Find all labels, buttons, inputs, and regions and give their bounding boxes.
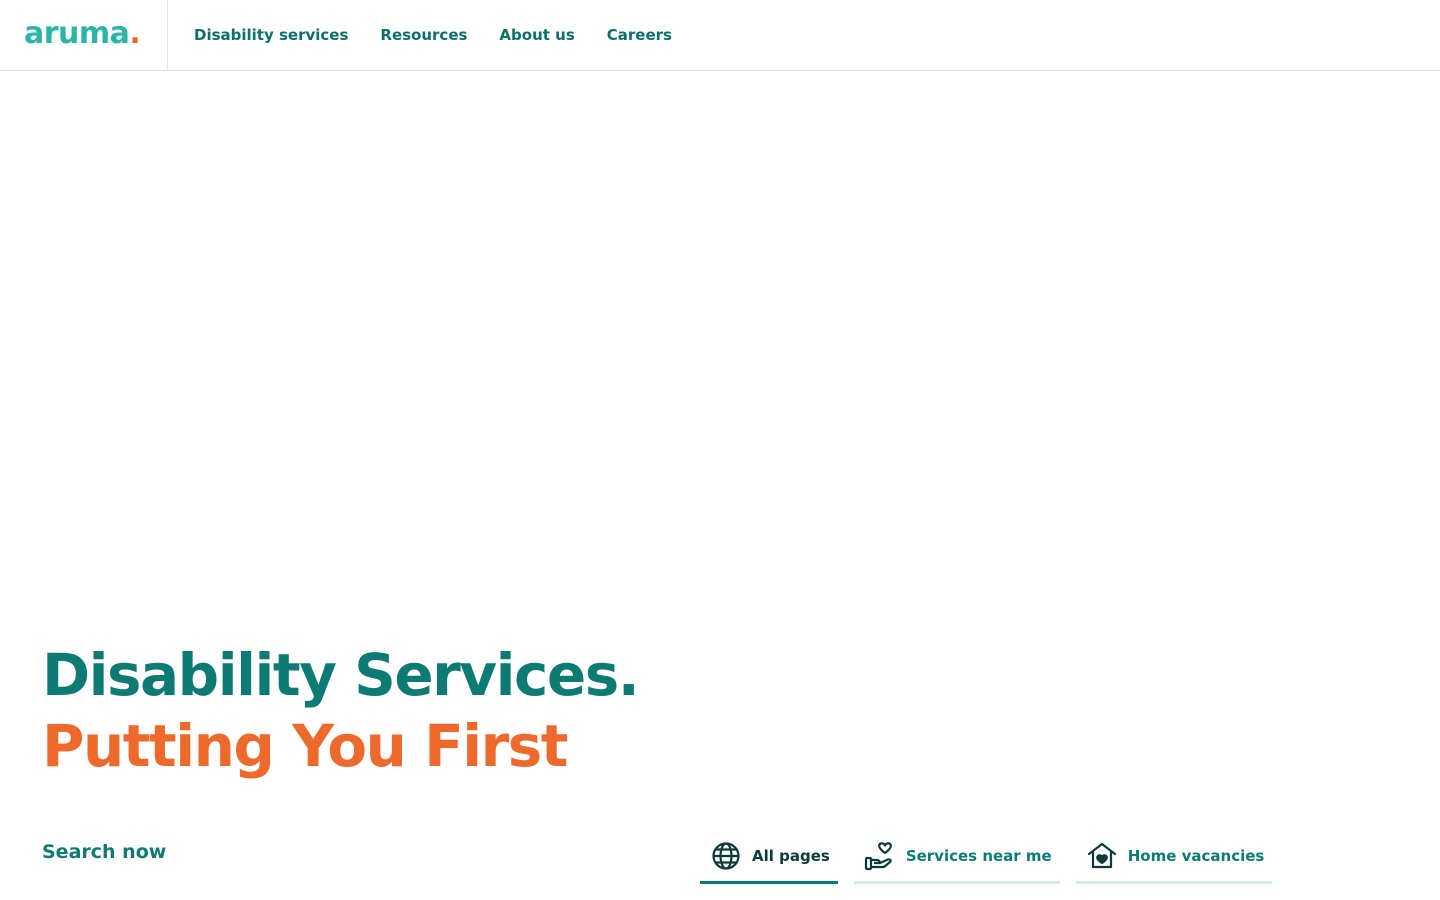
logo-wordmark: aruma — [24, 16, 130, 51]
hero-title: Disability Services. Putting You First — [42, 640, 640, 782]
hero-title-line2: Putting You First — [42, 712, 569, 780]
tab-home-vacancies-label: Home vacancies — [1127, 846, 1265, 865]
hero-title-line1: Disability Services. — [42, 641, 640, 709]
house-heart-icon — [1086, 840, 1118, 872]
main-nav: Disability services Resources About us C… — [194, 0, 672, 70]
nav-item-about-us[interactable]: About us — [499, 26, 574, 44]
globe-icon — [710, 840, 742, 872]
tab-all-pages[interactable]: All pages — [700, 830, 838, 884]
tab-home-vacancies[interactable]: Home vacancies — [1075, 830, 1273, 884]
search-tabs: All pages Services near me Home vacancie… — [700, 830, 1273, 884]
hand-heart-icon — [864, 840, 896, 872]
nav-item-resources[interactable]: Resources — [380, 26, 467, 44]
tab-services-near-me[interactable]: Services near me — [853, 830, 1060, 884]
logo-container: aruma. — [0, 0, 168, 70]
search-now-label: Search now — [42, 841, 167, 863]
tab-all-pages-label: All pages — [752, 846, 830, 865]
logo-dot: . — [129, 16, 141, 51]
nav-item-careers[interactable]: Careers — [607, 26, 672, 44]
nav-item-disability-services[interactable]: Disability services — [194, 26, 348, 44]
site-header: aruma. Disability services Resources Abo… — [0, 0, 1440, 71]
aruma-logo[interactable]: aruma. — [24, 14, 141, 54]
tab-services-near-me-label: Services near me — [905, 846, 1052, 865]
